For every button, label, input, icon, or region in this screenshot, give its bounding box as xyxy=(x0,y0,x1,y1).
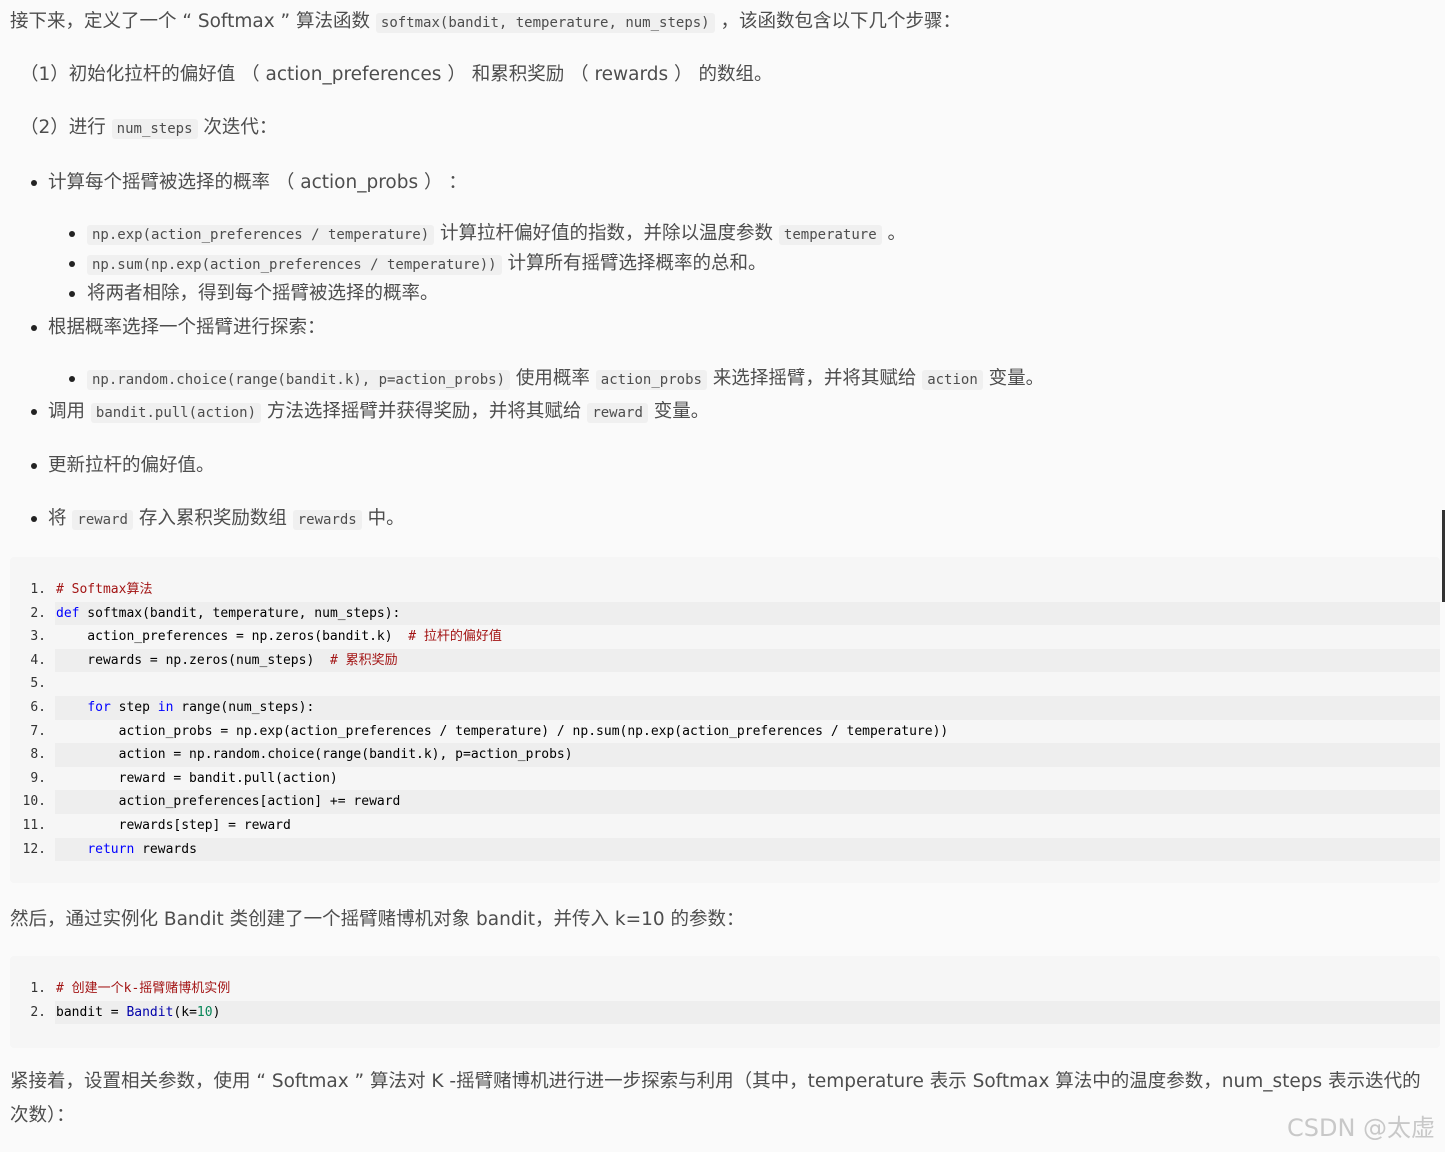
code-line: 1. # Softmax算法 xyxy=(10,578,1440,602)
inline-code: temperature xyxy=(778,225,882,245)
intro-text-end: ，该函数包含以下几个步骤： xyxy=(714,11,962,32)
line-number: 7. xyxy=(30,723,46,739)
step-1: （1）初始化拉杆的偏好值 （ action_preferences ） 和累积奖… xyxy=(20,64,773,85)
intro-text: 接下来，定义了一个 “ Softmax ” 算法函数 xyxy=(10,11,376,32)
inline-code: reward xyxy=(72,510,133,530)
code-line: 1. # 创建一个k-摇臂赌博机实例 xyxy=(10,977,1440,1001)
line-number: 1. xyxy=(30,582,46,597)
list-item-calc-sub1: np.exp(action_preferences / temperature)… xyxy=(68,219,906,250)
code-line: 9. reward = bandit.pull(action) xyxy=(10,767,1440,791)
code-block-softmax[interactable]: 1. # Softmax算法 2. def softmax(bandit, temp… xyxy=(10,557,1440,883)
list-item-choose-sub: np.random.choice(range(bandit.k), p=acti… xyxy=(68,364,1044,395)
line-number: 11. xyxy=(22,818,46,833)
code-line: 4. rewards = np.zeros(num_steps) # 累积奖励 xyxy=(10,648,1440,673)
article-page: 接下来，定义了一个 “ Softmax ” 算法函数 softmax(bandi… xyxy=(0,0,1445,1152)
inline-code: softmax(bandit, temperature, num_steps) xyxy=(375,13,715,33)
line-number: 2. xyxy=(30,1004,46,1020)
code-block-bandit[interactable]: 1. # 创建一个k-摇臂赌博机实例 2. bandit = Bandit(k=10… xyxy=(10,956,1440,1048)
paragraph-params: 紧接着，设置相关参数，使用 “ Softmax ” 算法对 K -摇臂赌博机进行… xyxy=(10,1071,1421,1126)
code-line: 12. return rewards xyxy=(10,837,1440,862)
inline-code: reward xyxy=(587,403,648,423)
list-item-choose: 根据概率选择一个摇臂进行探索： xyxy=(31,311,326,345)
list-item-update: 更新拉杆的偏好值。 xyxy=(31,449,215,483)
inline-code: np.sum(np.exp(action_preferences / tempe… xyxy=(87,255,502,275)
inline-code: np.random.choice(range(bandit.k), p=acti… xyxy=(87,370,511,390)
line-number: 5. xyxy=(30,676,46,692)
inline-code: np.exp(action_preferences / temperature) xyxy=(87,225,435,245)
line-number: 9. xyxy=(30,770,46,786)
intro-paragraph: 接下来，定义了一个 “ Softmax ” 算法函数 softmax(bandi… xyxy=(10,5,1430,40)
code-line: 3. action_preferences = np.zeros(bandit.… xyxy=(10,625,1440,649)
line-number: 1. xyxy=(30,981,46,996)
code-line: 11. rewards[step] = reward xyxy=(10,814,1440,838)
line-number: 6. xyxy=(30,700,46,715)
list-item-calc-sub2: np.sum(np.exp(action_preferences / tempe… xyxy=(68,249,766,280)
list-item-calc: 计算每个摇臂被选择的概率 （ action_probs ） ： xyxy=(31,166,467,200)
csdn-watermark: CSDN @太虚 xyxy=(1287,1114,1436,1142)
line-number: 2. xyxy=(30,605,46,621)
inline-code: action_probs xyxy=(595,370,707,390)
inline-code: bandit.pull(action) xyxy=(90,403,262,423)
line-number: 12. xyxy=(22,841,46,857)
step-2: （2）进行 num_steps 次迭代： xyxy=(20,117,278,139)
list-item-store: 将 reward 存入累积奖励数组 rewards 中。 xyxy=(31,502,405,537)
line-number: 8. xyxy=(30,747,46,763)
inline-code: action xyxy=(922,370,983,390)
inline-code: num_steps xyxy=(111,119,198,139)
code-line: 7. action_probs = np.exp(action_preferen… xyxy=(10,720,1440,744)
inline-code: rewards xyxy=(292,510,362,530)
code-line: 6. for step in range(num_steps): xyxy=(10,696,1440,720)
line-number: 4. xyxy=(30,652,46,668)
code-line: 10. action_preferences[action] += reward xyxy=(10,790,1440,814)
list-item-calc-sub3: 将两者相除，得到每个摇臂被选择的概率。 xyxy=(69,279,439,309)
line-number: 10. xyxy=(22,794,46,810)
list-item-pull: 调用 bandit.pull(action) 方法选择摇臂并获得奖励，并将其赋给… xyxy=(30,395,709,430)
paragraph-bandit: 然后，通过实例化 Bandit 类创建了一个摇臂赌博机对象 bandit，并传入… xyxy=(10,909,745,930)
line-number: 3. xyxy=(30,629,46,645)
code-line: 2. bandit = Bandit(k=10) xyxy=(10,1000,1440,1025)
code-line: 8. action = np.random.choice(range(bandi… xyxy=(10,743,1440,767)
code-line: 5. xyxy=(10,672,1440,696)
code-line: 2. def softmax(bandit, temperature, num_s… xyxy=(10,601,1440,626)
